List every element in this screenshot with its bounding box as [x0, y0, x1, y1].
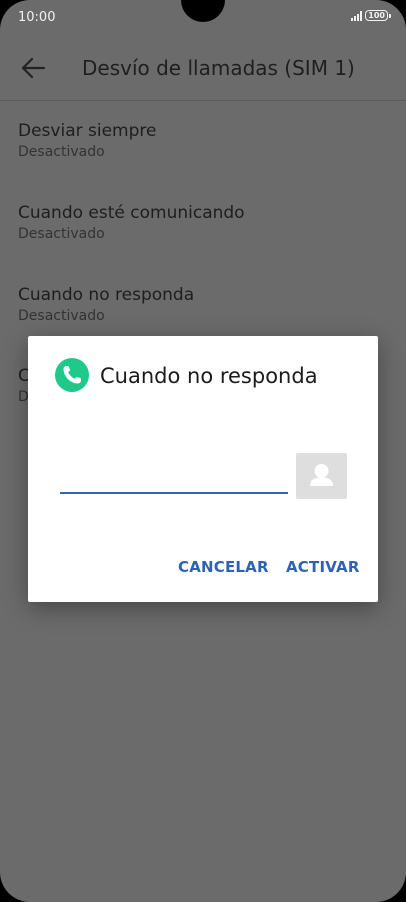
- activate-button[interactable]: ACTIVAR: [286, 558, 360, 576]
- contact-picker-button[interactable]: [296, 453, 347, 499]
- setting-forward-always[interactable]: Desviar siempre Desactivado: [18, 121, 156, 160]
- setting-status: Desactivado: [18, 144, 105, 160]
- status-time: 10:00: [18, 10, 56, 25]
- back-arrow-icon[interactable]: [20, 56, 46, 80]
- setting-forward-busy[interactable]: Cuando esté comunicando Desactivado: [18, 203, 245, 242]
- cancel-button[interactable]: CANCELAR: [178, 558, 269, 576]
- setting-title: Cuando no responda: [18, 285, 195, 305]
- setting-status: Desactivado: [18, 226, 105, 242]
- status-bar: 10:00 100: [0, 0, 406, 36]
- setting-status: Desactivado: [18, 308, 105, 324]
- screen: 10:00 100 Desvío de llamadas (SIM 1) Des…: [0, 0, 406, 902]
- signal-icon: [351, 10, 363, 21]
- system-icons: 100: [351, 10, 391, 21]
- phone-number-input[interactable]: [60, 458, 288, 494]
- contact-icon: [310, 464, 333, 486]
- setting-title: Desviar siempre: [18, 121, 157, 141]
- setting-title: Cuando esté comunicando: [18, 203, 245, 223]
- battery-icon: 100: [365, 10, 391, 21]
- page-title: Desvío de llamadas (SIM 1): [82, 56, 355, 80]
- dialog-title: Cuando no responda: [100, 364, 318, 388]
- phone-icon: [55, 358, 89, 392]
- forward-dialog: Cuando no responda CANCELAR ACTIVAR: [28, 336, 378, 602]
- camera-notch: [181, 0, 225, 22]
- setting-forward-no-answer[interactable]: Cuando no responda Desactivado: [18, 285, 194, 324]
- app-bar: Desvío de llamadas (SIM 1): [0, 36, 406, 101]
